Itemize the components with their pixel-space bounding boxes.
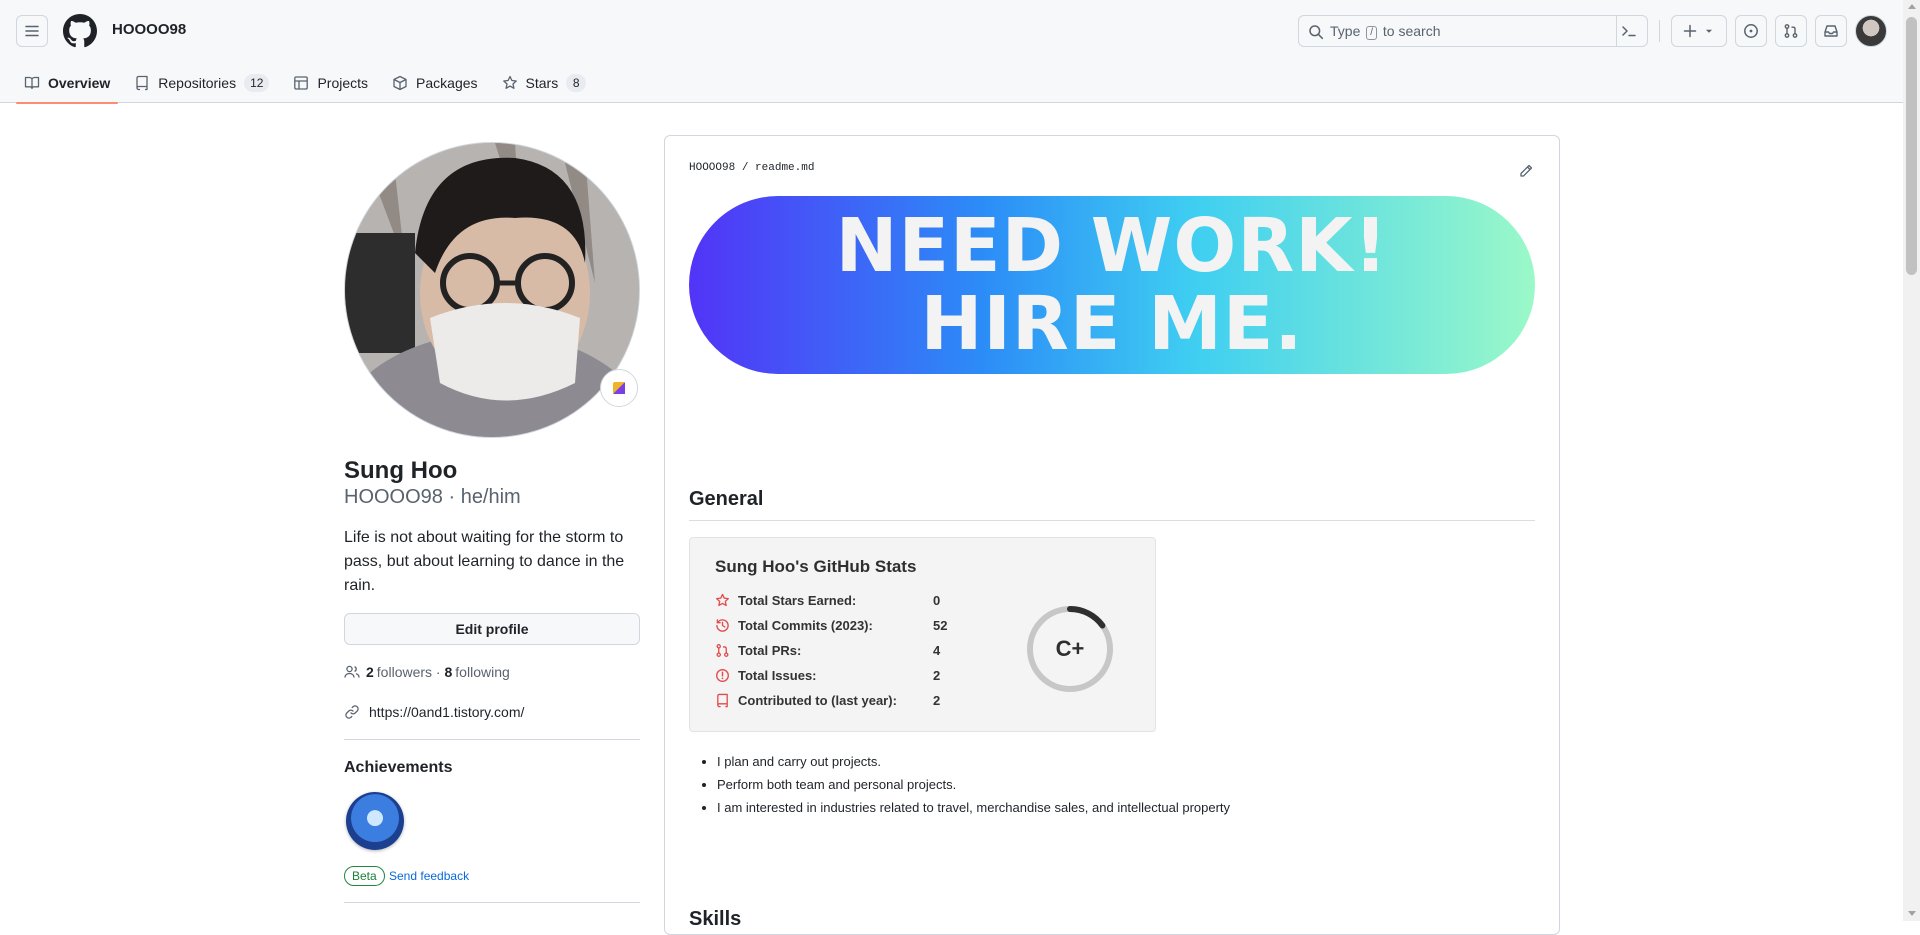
page-scrollbar[interactable] — [1903, 0, 1920, 921]
stat-row-prs: Total PRs: 4 — [715, 640, 940, 660]
skills-heading: Skills — [689, 908, 742, 930]
status-icon — [613, 382, 625, 394]
github-logo-icon[interactable] — [63, 14, 97, 48]
stat-row-contributed: Contributed to (last year): 2 — [715, 690, 940, 710]
search-input[interactable]: Type / to search — [1298, 15, 1648, 47]
edit-profile-button[interactable]: Edit profile — [344, 613, 640, 645]
list-item: I plan and carry out projects. — [717, 754, 1230, 769]
send-feedback-link[interactable]: Send feedback — [389, 869, 469, 883]
tab-stars[interactable]: Stars 8 — [494, 62, 595, 103]
followers-link[interactable]: 2 followers — [366, 664, 432, 680]
heading-rule — [689, 520, 1535, 521]
readme-file-link[interactable]: readme.md — [755, 162, 814, 174]
inbox-button[interactable] — [1815, 15, 1847, 47]
tab-overview[interactable]: Overview — [16, 62, 119, 104]
profile-full-name: Sung Hoo — [344, 457, 458, 484]
achievement-badge[interactable] — [346, 792, 404, 850]
section-divider — [344, 902, 640, 903]
hamburger-icon — [25, 25, 39, 37]
intro-list: I plan and carry out projects. Perform b… — [717, 754, 1230, 823]
link-icon — [345, 705, 359, 719]
readme-card: HOOOO98 / readme.md NEED WORK! HIRE ME. … — [664, 135, 1560, 935]
scroll-down-icon[interactable] — [1908, 911, 1916, 916]
readme-path: HOOOO98 / readme.md — [689, 162, 815, 174]
hamburger-menu-button[interactable] — [16, 15, 48, 47]
create-new-button[interactable] — [1671, 15, 1727, 47]
general-heading: General — [689, 488, 764, 510]
command-palette-icon[interactable] — [1621, 23, 1637, 39]
profile-username: HOOOO98 · he/him — [344, 486, 521, 508]
pull-requests-button[interactable] — [1775, 15, 1807, 47]
list-item: I am interested in industries related to… — [717, 800, 1230, 815]
tab-counter: 8 — [566, 73, 587, 92]
tab-label: Overview — [48, 74, 111, 91]
triangle-down-icon — [1705, 29, 1713, 33]
history-icon — [716, 618, 729, 632]
repo-icon — [136, 75, 148, 90]
website-link[interactable]: https://0and1.tistory.com/ — [344, 704, 524, 720]
context-owner-link[interactable]: HOOOO98 — [112, 21, 186, 38]
top-header: HOOOO98 Type / to search Overview Reposi… — [0, 0, 1903, 104]
following-link[interactable]: 8 following — [445, 664, 510, 680]
tab-label: Projects — [317, 74, 369, 91]
hire-me-banner: NEED WORK! HIRE ME. — [689, 196, 1535, 374]
tab-label: Stars — [525, 74, 559, 91]
readme-owner-link[interactable]: HOOOO98 — [689, 162, 735, 174]
status-emoji-button[interactable] — [600, 369, 638, 407]
package-icon — [393, 75, 407, 90]
scrollbar-thumb[interactable] — [1906, 17, 1917, 275]
pull-request-icon — [1784, 24, 1798, 38]
issue-icon — [716, 668, 729, 682]
header-divider — [1659, 20, 1660, 42]
search-icon — [1309, 25, 1324, 40]
tab-label: Repositories — [158, 74, 237, 91]
repo-icon — [717, 693, 728, 707]
banner-line-2: HIRE ME. — [920, 281, 1304, 367]
banner-line-1: NEED WORK! — [835, 203, 1389, 289]
issue-icon — [1744, 24, 1758, 38]
pull-request-icon — [716, 643, 729, 657]
search-placeholder: Type / to search — [1330, 23, 1441, 40]
profile-avatar[interactable] — [344, 142, 640, 438]
search-divider — [1616, 16, 1617, 46]
tab-projects[interactable]: Projects — [285, 62, 376, 103]
pencil-icon[interactable] — [1518, 163, 1534, 179]
star-icon — [716, 593, 729, 606]
tab-packages[interactable]: Packages — [384, 62, 485, 103]
plus-icon — [1683, 24, 1697, 38]
tab-repositories[interactable]: Repositories 12 — [126, 62, 277, 103]
dot-separator: · — [432, 664, 445, 680]
user-avatar-menu[interactable] — [1855, 15, 1887, 47]
stat-row-commits: Total Commits (2023): 52 — [715, 615, 947, 635]
stat-row-issues: Total Issues: 2 — [715, 665, 940, 685]
achievements-heading[interactable]: Achievements — [344, 759, 453, 777]
follow-stats: 2 followers · 8 following — [344, 664, 510, 680]
website-url: https://0and1.tistory.com/ — [369, 704, 525, 720]
issues-button[interactable] — [1735, 15, 1767, 47]
people-icon — [344, 665, 360, 678]
book-icon — [24, 76, 40, 89]
star-icon — [502, 75, 517, 89]
profile-tabs: Overview Repositories 12 Projects Packag… — [16, 62, 602, 104]
tab-label: Packages — [416, 74, 478, 91]
profile-bio: Life is not about waiting for the storm … — [344, 529, 625, 594]
stats-title: Sung Hoo's GitHub Stats — [715, 557, 917, 576]
scroll-up-icon[interactable] — [1908, 4, 1916, 9]
rank-grade: C+ — [1055, 636, 1085, 661]
stat-row-stars: Total Stars Earned: 0 — [715, 590, 940, 610]
list-item: Perform both team and personal projects. — [717, 777, 1230, 792]
section-divider — [344, 739, 640, 740]
slash-key-hint: / — [1366, 26, 1378, 40]
github-stats-card: Sung Hoo's GitHub Stats Total Stars Earn… — [689, 537, 1156, 732]
beta-badge: Beta — [344, 866, 385, 886]
tab-counter: 12 — [244, 73, 270, 92]
inbox-icon — [1824, 25, 1838, 37]
table-icon — [294, 75, 309, 90]
